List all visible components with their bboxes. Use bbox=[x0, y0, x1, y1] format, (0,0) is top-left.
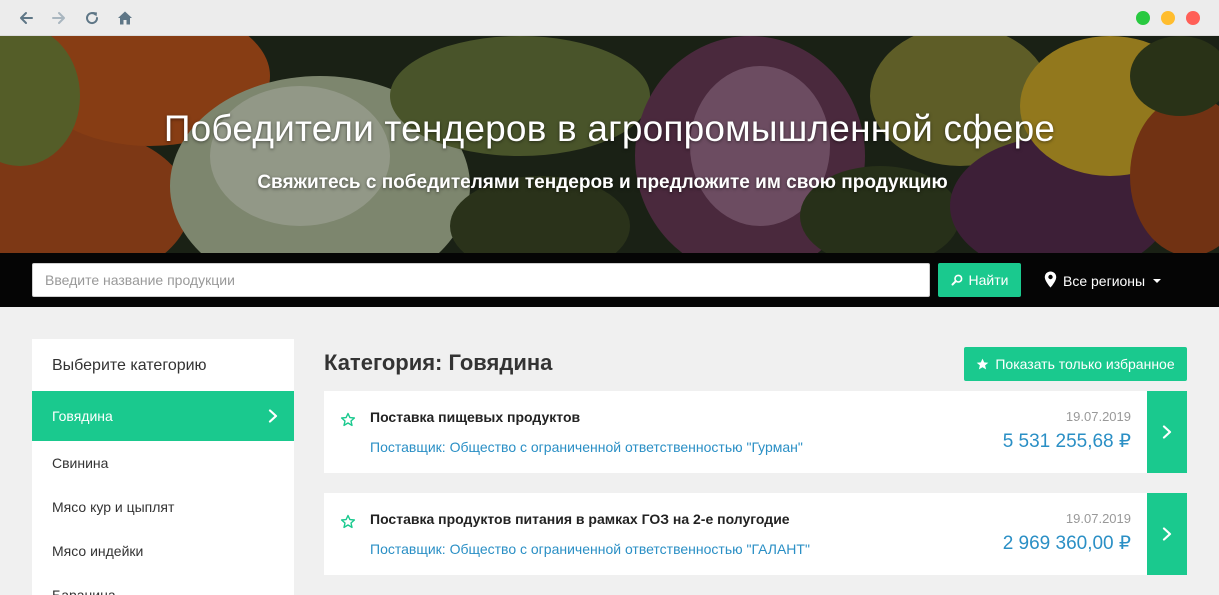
chevron-right-icon bbox=[1162, 425, 1172, 439]
page-title: Победители тендеров в агропромышленной с… bbox=[163, 108, 1056, 149]
tender-card: Поставка продуктов питания в рамках ГОЗ … bbox=[324, 493, 1187, 575]
sidebar-item-beef[interactable]: Говядина bbox=[32, 391, 294, 441]
hero-banner: Победители тендеров в агропромышленной с… bbox=[0, 36, 1219, 253]
browser-toolbar bbox=[0, 0, 1219, 36]
region-dropdown[interactable]: Все регионы bbox=[1044, 270, 1162, 292]
search-bar: Найти Все регионы bbox=[0, 253, 1219, 307]
sidebar-item-label: Баранина bbox=[52, 587, 116, 595]
category-sidebar: Выберите категорию Говядина Свинина Мясо… bbox=[32, 339, 294, 595]
back-button[interactable] bbox=[14, 6, 38, 30]
caret-down-icon bbox=[1153, 279, 1162, 283]
tender-date: 19.07.2019 bbox=[1065, 511, 1131, 526]
show-favorites-button[interactable]: Показать только избранное bbox=[964, 347, 1187, 381]
star-outline-icon bbox=[340, 514, 356, 529]
category-list: Говядина Свинина Мясо кур и цыплят Мясо … bbox=[32, 391, 294, 595]
tender-card: Поставка пищевых продуктов Поставщик: Об… bbox=[324, 391, 1187, 473]
search-input[interactable] bbox=[32, 263, 930, 297]
tender-price: 2 969 360,00 ₽ bbox=[1002, 533, 1131, 554]
forward-button[interactable] bbox=[47, 6, 71, 30]
sidebar-item-label: Свинина bbox=[52, 455, 109, 471]
region-dropdown-label: Все регионы bbox=[1063, 273, 1146, 289]
tender-date: 19.07.2019 bbox=[1065, 409, 1131, 424]
window-dot-red[interactable] bbox=[1186, 11, 1200, 25]
favorite-star-button[interactable] bbox=[340, 514, 356, 530]
favorite-star-button[interactable] bbox=[340, 412, 356, 428]
map-pin-icon bbox=[1044, 271, 1057, 291]
tender-title[interactable]: Поставка продуктов питания в рамках ГОЗ … bbox=[370, 511, 790, 527]
sidebar-item-chicken[interactable]: Мясо кур и цыплят bbox=[32, 485, 294, 529]
tender-title[interactable]: Поставка пищевых продуктов bbox=[370, 409, 580, 425]
sidebar-item-label: Говядина bbox=[52, 408, 113, 424]
search-icon bbox=[951, 274, 962, 286]
show-favorites-label: Показать только избранное bbox=[995, 356, 1175, 372]
window-dot-green[interactable] bbox=[1136, 11, 1150, 25]
open-tender-button[interactable] bbox=[1147, 391, 1187, 473]
search-button[interactable]: Найти bbox=[938, 263, 1021, 297]
sidebar-item-label: Мясо индейки bbox=[52, 543, 144, 559]
arrow-right-icon bbox=[52, 12, 65, 24]
tender-supplier-link[interactable]: Поставщик: Общество с ограниченной ответ… bbox=[370, 541, 810, 557]
star-outline-icon bbox=[340, 412, 356, 427]
star-icon bbox=[977, 358, 989, 369]
sidebar-item-pork[interactable]: Свинина bbox=[32, 441, 294, 485]
sidebar-item-lamb[interactable]: Баранина bbox=[32, 573, 294, 595]
sidebar-item-label: Мясо кур и цыплят bbox=[52, 499, 175, 515]
tender-price: 5 531 255,68 ₽ bbox=[1002, 431, 1131, 452]
page-subtitle: Свяжитесь с победителями тендеров и пред… bbox=[257, 172, 948, 193]
window-dot-yellow[interactable] bbox=[1161, 11, 1175, 25]
home-button[interactable] bbox=[113, 6, 137, 30]
reload-icon bbox=[86, 12, 99, 25]
open-tender-button[interactable] bbox=[1147, 493, 1187, 575]
chevron-right-icon bbox=[1162, 527, 1172, 541]
chevron-right-icon bbox=[268, 409, 278, 423]
sidebar-title: Выберите категорию bbox=[52, 357, 207, 374]
sidebar-item-turkey[interactable]: Мясо индейки bbox=[32, 529, 294, 573]
home-icon bbox=[118, 11, 132, 25]
reload-button[interactable] bbox=[80, 6, 104, 30]
search-button-label: Найти bbox=[968, 272, 1009, 288]
arrow-left-icon bbox=[20, 12, 33, 24]
tender-supplier-link[interactable]: Поставщик: Общество с ограниченной ответ… bbox=[370, 439, 803, 455]
category-heading: Категория: Говядина bbox=[324, 350, 553, 375]
